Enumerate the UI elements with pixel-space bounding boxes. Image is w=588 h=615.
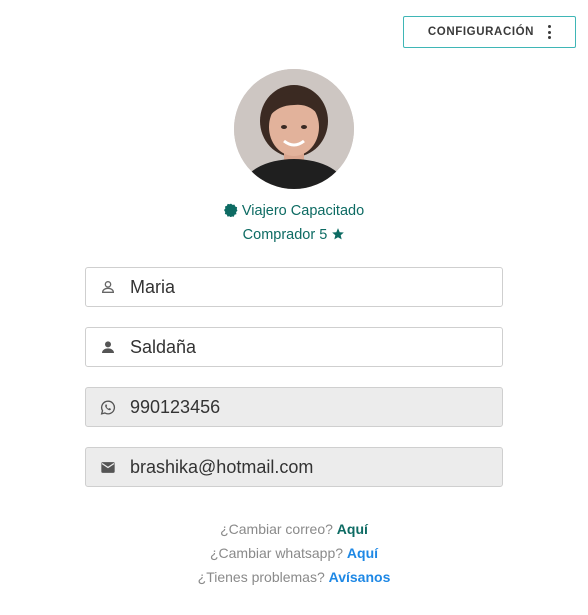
change-whatsapp-link[interactable]: Aquí	[347, 545, 378, 561]
problems-text: ¿Tienes problemas?	[197, 569, 325, 585]
change-whatsapp-row: ¿Cambiar whatsapp? Aquí	[0, 545, 588, 561]
buyer-rating-label: Comprador 5	[242, 227, 328, 243]
change-whatsapp-text: ¿Cambiar whatsapp?	[209, 545, 344, 561]
last-name-value: Saldaña	[130, 336, 197, 357]
verified-seal-icon	[223, 203, 238, 218]
buyer-rating: Comprador 5	[0, 227, 588, 243]
email-field: brashika@hotmail.com	[85, 447, 503, 487]
whatsapp-field: 990123456	[85, 387, 503, 427]
first-name-value: Maria	[130, 276, 176, 297]
person-outline-icon	[100, 279, 116, 295]
mail-icon	[100, 459, 116, 475]
report-problem-link[interactable]: Avísanos	[329, 569, 391, 585]
last-name-field[interactable]: Saldaña	[85, 327, 503, 367]
whatsapp-icon	[100, 399, 116, 415]
configuration-label: CONFIGURACIÓN	[427, 26, 535, 38]
first-name-field[interactable]: Maria	[85, 267, 503, 307]
problems-row: ¿Tienes problemas? Avísanos	[0, 569, 588, 585]
change-email-row: ¿Cambiar correo? Aquí	[0, 521, 588, 537]
traveler-badge-label: Viajero Capacitado	[241, 203, 365, 219]
change-email-text: ¿Cambiar correo?	[220, 521, 333, 537]
person-icon	[100, 339, 116, 355]
star-icon	[332, 228, 345, 240]
configuration-button[interactable]: CONFIGURACIÓN	[403, 16, 576, 48]
traveler-badge: Viajero Capacitado	[0, 203, 588, 219]
avatar	[234, 69, 354, 189]
email-value: brashika@hotmail.com	[130, 456, 314, 477]
change-email-link[interactable]: Aquí	[337, 521, 368, 537]
more-vert-icon	[548, 25, 552, 39]
whatsapp-value: 990123456	[130, 396, 221, 417]
